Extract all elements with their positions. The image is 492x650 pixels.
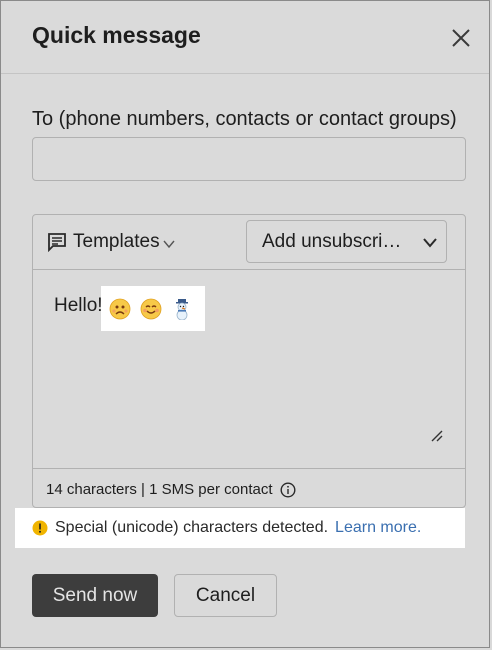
smiling-face-icon [140,298,162,319]
dialog-header: Quick message [1,1,489,74]
templates-dropdown[interactable]: Templates [47,229,176,255]
emoji-highlight [101,286,205,331]
cancel-button[interactable]: Cancel [174,574,277,617]
info-icon[interactable] [280,481,296,498]
close-icon[interactable] [448,25,474,51]
message-template-icon [48,233,66,252]
message-textarea[interactable]: Hello! [33,270,465,469]
recipients-input[interactable] [32,137,466,181]
quick-message-dialog: Quick message To (phone numbers, contact… [0,0,490,648]
add-unsubscribe-label: Add unsubscri… [262,230,402,252]
templates-label: Templates [73,231,160,252]
add-unsubscribe-dropdown[interactable]: Add unsubscri… [246,220,447,263]
chevron-down-icon [163,240,175,249]
message-text: Hello! [54,295,103,316]
character-counter-text: 14 characters | 1 SMS per contact [46,481,273,498]
warning-icon [32,520,48,536]
character-counter: 14 characters | 1 SMS per contact [46,481,296,498]
resize-handle-icon[interactable] [431,430,443,442]
learn-more-link[interactable]: Learn more. [335,519,421,537]
snowman-icon [176,298,188,320]
unicode-notice: Special (unicode) characters detected. L… [15,508,465,548]
editor-toolbar: Templates Add unsubscri… [33,215,465,270]
frowning-face-icon [109,298,131,319]
dialog-title: Quick message [32,22,201,48]
recipients-label: To (phone numbers, contacts or contact g… [32,108,457,130]
unicode-notice-text: Special (unicode) characters detected. [55,519,329,536]
message-editor: Templates Add unsubscri… Hello! 14 chara… [32,214,466,508]
chevron-down-icon [423,237,437,248]
send-now-button[interactable]: Send now [32,574,158,617]
